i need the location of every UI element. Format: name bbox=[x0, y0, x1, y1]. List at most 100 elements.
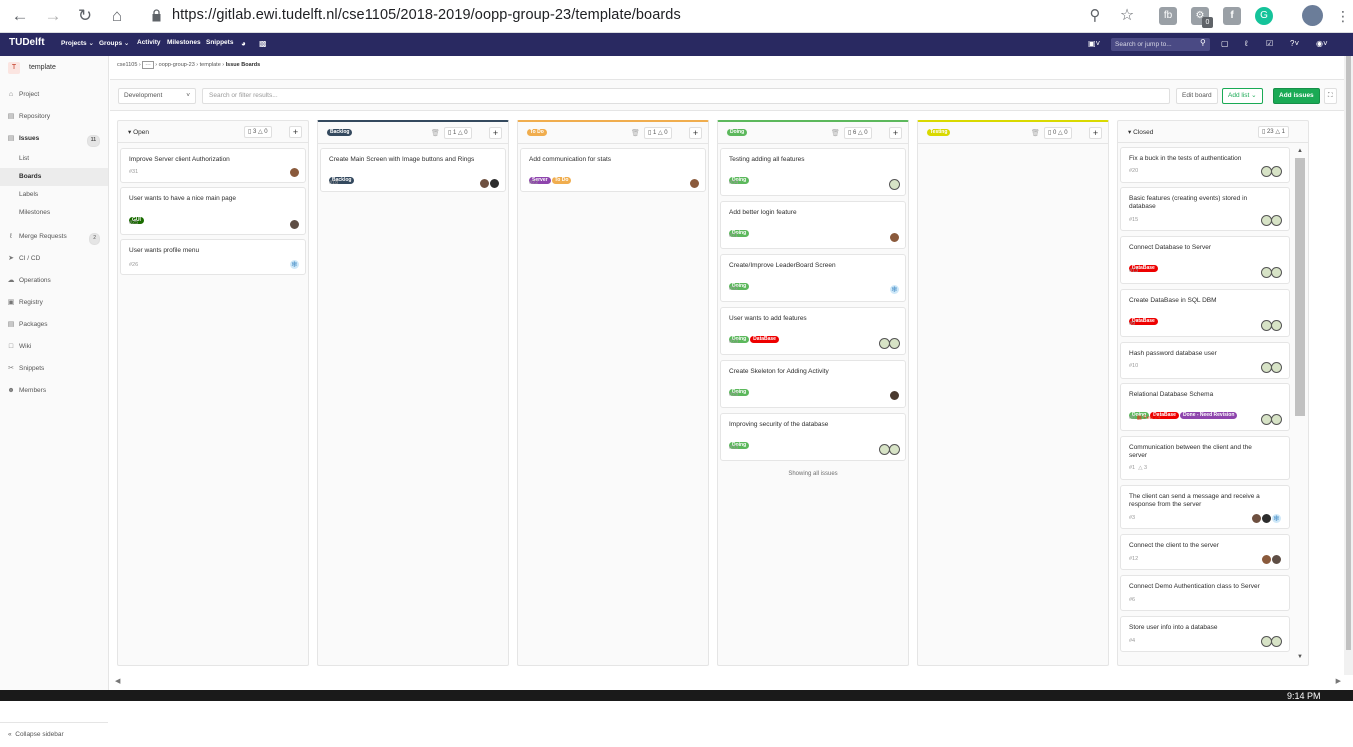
issue-card[interactable]: User wants to have a nice main page GUI … bbox=[120, 187, 306, 235]
add-list-button[interactable]: Add list ⌄ bbox=[1222, 88, 1263, 104]
scroll-up-icon[interactable]: ▲ bbox=[1297, 148, 1303, 154]
assignee-avatar[interactable] bbox=[1271, 636, 1282, 647]
assignee-avatar[interactable] bbox=[889, 232, 900, 243]
menu-kebab-icon[interactable]: ⋮ bbox=[1332, 6, 1353, 26]
new-issue-button[interactable]: + bbox=[1089, 127, 1102, 139]
snowflake-avatar-icon[interactable]: ❄ bbox=[1271, 513, 1282, 524]
sidebar-item-members[interactable]: ☻ Members bbox=[0, 382, 108, 400]
board-title[interactable]: ▾ Closed bbox=[1128, 128, 1153, 136]
chart-icon[interactable]: ▩ bbox=[259, 39, 267, 48]
horizontal-scrollbar[interactable]: ◀ ▶ bbox=[110, 675, 1353, 690]
assignee-avatar[interactable] bbox=[1271, 215, 1282, 226]
home-icon[interactable]: ⌂ bbox=[106, 6, 128, 26]
issue-card[interactable]: User wants profile menu #26 ❄ bbox=[120, 239, 306, 275]
nav-groups[interactable]: Groups ⌄ bbox=[99, 39, 129, 47]
trash-icon[interactable]: 🗑 bbox=[831, 129, 840, 137]
nav-activity[interactable]: Activity bbox=[137, 39, 160, 46]
issue-card[interactable]: Improve Server client Authorization #31 bbox=[120, 148, 306, 183]
assignee-avatar[interactable] bbox=[889, 444, 900, 455]
sidebar-item-cicd[interactable]: ➤ CI / CD bbox=[0, 250, 108, 268]
issue-card[interactable]: Create DataBase in SQL DBM DataBase #9 bbox=[1120, 289, 1290, 337]
scroll-left-icon[interactable]: ◀ bbox=[115, 677, 120, 685]
plus-dropdown-icon[interactable]: ▣˅ bbox=[1088, 39, 1100, 48]
issue-card[interactable]: The client can send a message and receiv… bbox=[1120, 485, 1290, 529]
scroll-down-icon[interactable]: ▼ bbox=[1297, 654, 1303, 660]
issue-card[interactable]: Testing adding all features Doing #34 bbox=[720, 148, 906, 196]
issue-card[interactable]: Store user info into a database #4 bbox=[1120, 616, 1290, 652]
issue-card[interactable]: User wants to add features Doing DataBase… bbox=[720, 307, 906, 355]
assignee-avatar[interactable] bbox=[1271, 320, 1282, 331]
trash-icon[interactable]: 🗑 bbox=[631, 129, 640, 137]
assignee-avatar[interactable] bbox=[889, 338, 900, 349]
new-issue-button[interactable]: + bbox=[489, 127, 502, 139]
issue-card[interactable]: Add communication for stats Server To Do … bbox=[520, 148, 706, 192]
issue-card[interactable]: Relational Database Schema Doing DataBase… bbox=[1120, 383, 1290, 431]
todos-icon[interactable]: ☑ bbox=[1266, 39, 1273, 48]
issue-card[interactable]: Connect Database to Server DataBase #13 bbox=[1120, 236, 1290, 284]
sidebar-item-operations[interactable]: ☁ Operations bbox=[0, 272, 108, 290]
label-database[interactable]: DataBase bbox=[750, 336, 779, 343]
merge-request-icon[interactable]: ℓ bbox=[1245, 39, 1248, 48]
breadcrumb-toggle-icon[interactable]: ··· bbox=[142, 61, 154, 69]
sidebar-item-packages[interactable]: ▤ Packages bbox=[0, 316, 108, 334]
issue-card[interactable]: Fix a buck in the tests of authenticatio… bbox=[1120, 147, 1290, 183]
sidebar-item-registry[interactable]: ▣ Registry bbox=[0, 294, 108, 312]
sidebar-item-repository[interactable]: ▤ Repository bbox=[0, 108, 108, 126]
label-backlog[interactable]: Backlog bbox=[327, 129, 353, 136]
breadcrumb-group[interactable]: cse1105 bbox=[117, 62, 137, 68]
new-issue-button[interactable]: + bbox=[889, 127, 902, 139]
bookmark-star-icon[interactable]: ☆ bbox=[1116, 6, 1138, 26]
fullscreen-icon[interactable]: ⛶ bbox=[1324, 88, 1337, 104]
trash-icon[interactable]: 🗑 bbox=[431, 129, 440, 137]
assignee-avatar[interactable] bbox=[289, 167, 300, 178]
reload-icon[interactable]: ↻ bbox=[74, 6, 96, 26]
todo-issues-icon[interactable]: ▢ bbox=[1221, 39, 1229, 48]
back-icon[interactable]: ← bbox=[9, 6, 31, 26]
breadcrumb-subgroup[interactable]: oopp-group-23 bbox=[159, 62, 195, 68]
sidebar-sub-boards[interactable]: Boards bbox=[0, 168, 108, 186]
snowflake-avatar-icon[interactable]: ❄ bbox=[889, 284, 900, 295]
address-bar[interactable]: https://gitlab.ewi.tudelft.nl/cse1105/20… bbox=[140, 4, 1145, 28]
sidebar-item-merge-requests[interactable]: ℓ Merge Requests 2 bbox=[0, 228, 108, 246]
issue-card[interactable]: Communication between the client and the… bbox=[1120, 436, 1290, 480]
profile-avatar[interactable] bbox=[1302, 5, 1323, 26]
nav-snippets[interactable]: Snippets bbox=[206, 39, 233, 46]
filter-search-input[interactable]: Search or filter results... bbox=[202, 88, 1170, 104]
sidebar-item-wiki[interactable]: □ Wiki bbox=[0, 338, 108, 356]
forward-icon[interactable]: → bbox=[42, 6, 64, 26]
extension-grammarly-icon[interactable]: G bbox=[1255, 7, 1273, 25]
edit-board-button[interactable]: Edit board bbox=[1176, 88, 1218, 104]
nav-milestones[interactable]: Milestones bbox=[167, 39, 201, 46]
issue-card[interactable]: Create Skeleton for Adding Activity Doin… bbox=[720, 360, 906, 408]
issue-card[interactable]: Hash password database user #10 bbox=[1120, 342, 1290, 379]
assignee-avatar[interactable] bbox=[1271, 166, 1282, 177]
issue-card[interactable]: Create/Improve LeaderBoard Screen Doing … bbox=[720, 254, 906, 302]
page-scrollbar-thumb[interactable] bbox=[1346, 56, 1351, 650]
help-icon[interactable]: ?˅ bbox=[1290, 39, 1299, 48]
page-scrollbar[interactable] bbox=[1344, 56, 1353, 675]
board-title[interactable]: ▾ Open bbox=[128, 128, 149, 136]
issue-card[interactable]: Improving security of the database Doing… bbox=[720, 413, 906, 461]
nav-projects[interactable]: Projects ⌄ bbox=[61, 39, 94, 47]
issue-card[interactable]: Basic features (creating events) stored … bbox=[1120, 187, 1290, 231]
new-issue-button[interactable]: + bbox=[289, 126, 302, 138]
assignee-avatar[interactable] bbox=[1271, 267, 1282, 278]
label-doing[interactable]: Doing bbox=[727, 129, 748, 136]
closed-list-scrollbar[interactable]: ▲ ▼ bbox=[1293, 148, 1307, 666]
breadcrumb-project[interactable]: template bbox=[200, 62, 221, 68]
extension-facebook-icon[interactable]: f bbox=[1223, 7, 1241, 25]
issue-card[interactable]: Connect the client to the server #12 bbox=[1120, 534, 1290, 570]
user-avatar-icon[interactable]: ◉˅ bbox=[1316, 39, 1328, 48]
sidebar-sub-labels[interactable]: Labels bbox=[0, 186, 108, 204]
sidebar-item-issues[interactable]: ▤ Issues 11 bbox=[0, 130, 108, 148]
add-issues-button[interactable]: Add issues bbox=[1273, 88, 1320, 104]
assignee-avatar[interactable] bbox=[689, 178, 700, 189]
assignee-avatar[interactable] bbox=[1271, 362, 1282, 373]
assignee-avatar[interactable] bbox=[889, 179, 900, 190]
assignee-avatar[interactable] bbox=[289, 219, 300, 230]
sidebar-sub-milestones[interactable]: Milestones bbox=[0, 204, 108, 222]
board-select[interactable]: Development ˅ bbox=[118, 88, 196, 104]
trash-icon[interactable]: 🗑 bbox=[1031, 129, 1040, 137]
label-todo[interactable]: To Do bbox=[551, 177, 572, 184]
label-todo[interactable]: To Do bbox=[527, 129, 547, 136]
